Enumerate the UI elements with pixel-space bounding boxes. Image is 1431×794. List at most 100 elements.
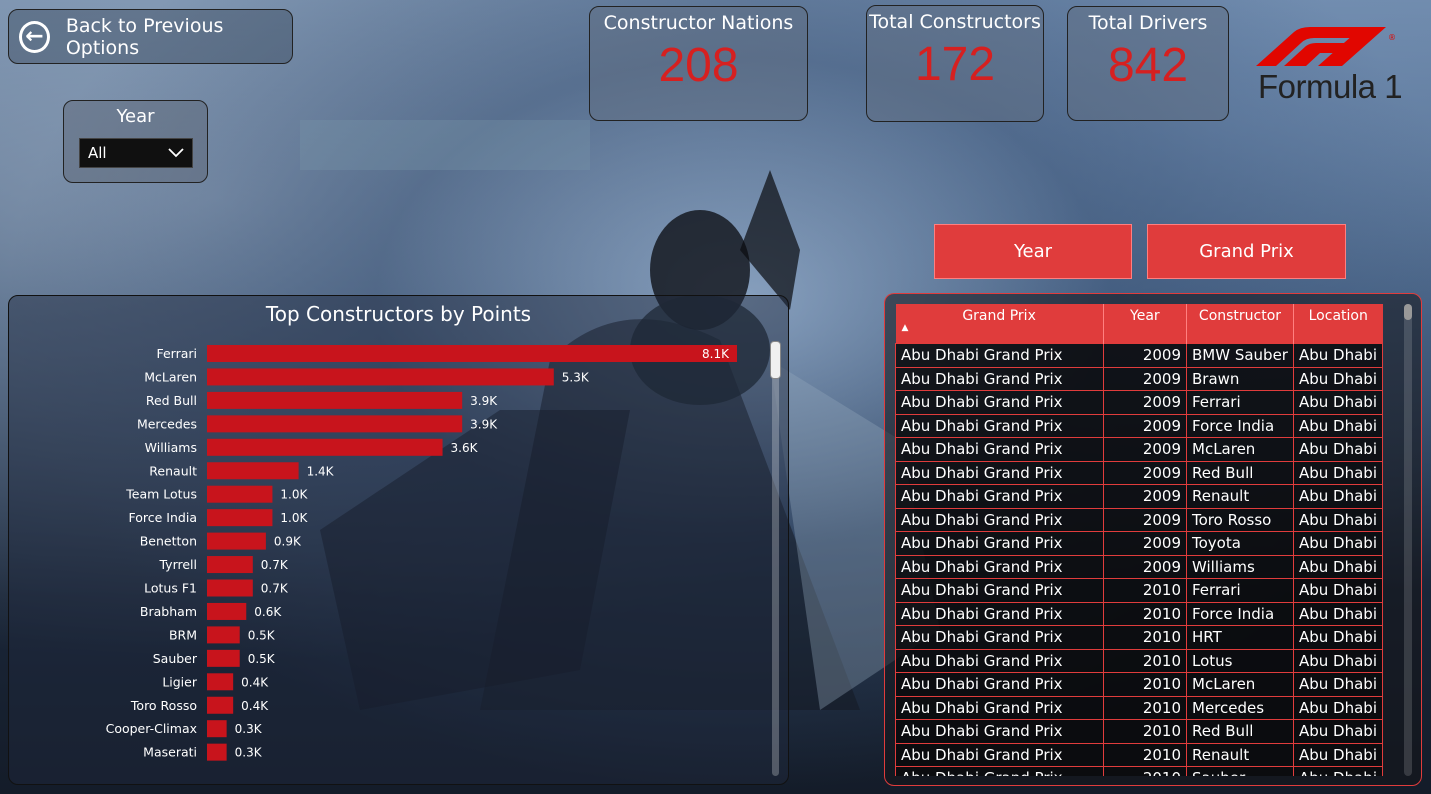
table-cell: Abu Dhabi: [1292, 484, 1383, 509]
f1-emblem-icon: ®: [1256, 27, 1396, 66]
data-label: 0.4K: [241, 699, 269, 713]
table-row[interactable]: Abu Dhabi Grand Prix 2010 Mercedes Abu Dhab…: [895, 695, 1383, 720]
bar-ferrari[interactable]: [207, 345, 737, 362]
table-cell: Abu Dhabi: [1292, 343, 1383, 368]
year-dropdown[interactable]: All: [79, 138, 193, 168]
year-button[interactable]: Year: [934, 224, 1132, 279]
bar-toro-rosso[interactable]: [207, 696, 234, 714]
bar-ligier[interactable]: [207, 673, 234, 691]
column-header-grand-prix[interactable]: Grand Prix ▲: [895, 304, 1104, 344]
table-cell: Abu Dhabi: [1292, 531, 1383, 556]
table-row[interactable]: Abu Dhabi Grand Prix 2010 Renault Abu Dhabi: [895, 742, 1383, 767]
bar-mercedes[interactable]: [207, 415, 463, 433]
table-row[interactable]: Abu Dhabi Grand Prix 2009 Ferrari Abu Dhabi: [895, 390, 1383, 415]
table-row[interactable]: Abu Dhabi Grand Prix 2010 Force India Abu D…: [895, 601, 1383, 626]
kpi-total-constructors: Total Constructors 172: [866, 5, 1044, 122]
grand-prix-button[interactable]: Grand Prix: [1147, 224, 1346, 279]
table-row[interactable]: Abu Dhabi Grand Prix 2009 McLaren Abu Dhabi: [895, 437, 1383, 462]
bar-brabham[interactable]: [207, 602, 247, 620]
table-cell: Renault: [1186, 484, 1294, 509]
data-label: 8.1K: [702, 347, 730, 361]
table-cell: Abu Dhabi: [1292, 578, 1383, 603]
table-cell: Abu Dhabi Grand Prix: [895, 578, 1104, 603]
table-cell: Red Bull: [1186, 460, 1294, 485]
column-header-year[interactable]: Year: [1103, 304, 1188, 344]
table-cell: 2009: [1102, 366, 1188, 391]
table-row[interactable]: Abu Dhabi Grand Prix 2010 Lotus Abu Dhabi: [895, 648, 1383, 673]
year-slicer: Year All: [63, 100, 208, 183]
table-row[interactable]: Abu Dhabi Grand Prix 2009 Red Bull Abu Dhab…: [895, 460, 1383, 485]
table-cell: Abu Dhabi: [1292, 507, 1383, 532]
table-row[interactable]: Abu Dhabi Grand Prix 2009 Toyota Abu Dhabi: [895, 531, 1383, 556]
table-row[interactable]: Abu Dhabi Grand Prix 2010 HRT Abu Dhabi: [895, 625, 1383, 650]
column-header-location[interactable]: Location: [1293, 304, 1383, 344]
table-row[interactable]: Abu Dhabi Grand Prix 2009 Force India Abu D…: [895, 413, 1383, 438]
table-cell: Abu Dhabi: [1292, 390, 1383, 415]
bar-benetton[interactable]: [207, 532, 266, 550]
bar-brm[interactable]: [207, 626, 240, 644]
table-cell: Abu Dhabi Grand Prix: [895, 742, 1104, 767]
table-scrollbar-thumb[interactable]: [1404, 304, 1412, 320]
category-label: Force India: [129, 510, 197, 525]
table-row[interactable]: Abu Dhabi Grand Prix2010SauberAbu Dhabi: [895, 766, 1383, 776]
category-label: Team Lotus: [125, 487, 197, 502]
back-button-label: Back to Previous Options: [65, 14, 224, 59]
bar-renault[interactable]: [207, 462, 299, 480]
bar-cooper-climax[interactable]: [207, 720, 227, 738]
chart-scrollbar-thumb[interactable]: [770, 341, 781, 379]
table-cell: Abu Dhabi Grand Prix: [895, 648, 1104, 673]
top-constructors-chart: Top Constructors by Points Ferrari 8.1K Mc…: [8, 295, 789, 785]
category-label: Maserati: [143, 745, 197, 760]
data-label: 0.7K: [261, 558, 289, 572]
table-row[interactable]: Abu Dhabi Grand Prix 2009 Renault Abu Dhabi: [895, 484, 1383, 509]
sort-ascending-icon: ▲: [901, 323, 909, 333]
data-label: 5.3K: [562, 370, 590, 384]
table-row[interactable]: Abu Dhabi Grand Prix 2009 Toro Rosso Abu Dh…: [895, 507, 1383, 532]
table-row[interactable]: Abu Dhabi Grand Prix 2009 Williams Abu Dhab…: [895, 554, 1383, 579]
table-cell: HRT: [1186, 625, 1294, 650]
table-cell: Abu Dhabi Grand Prix: [895, 366, 1104, 391]
svg-text:®: ®: [1388, 33, 1396, 42]
table-row[interactable]: Abu Dhabi Grand Prix 2010 Ferrari Abu Dhabi: [895, 578, 1383, 603]
table-cell: 2009: [1102, 460, 1188, 485]
bar-lotus-f1[interactable]: [207, 579, 253, 597]
table-row[interactable]: Abu Dhabi Grand Prix 2010 McLaren Abu Dhabi: [895, 672, 1383, 697]
chart-scrollbar[interactable]: [772, 341, 779, 776]
category-label: Cooper-Climax: [106, 721, 197, 736]
bar-tyrrell[interactable]: [207, 556, 253, 574]
table-row[interactable]: Abu Dhabi Grand Prix 2009 Brawn Abu Dhabi: [895, 366, 1383, 391]
table-cell: Abu Dhabi Grand Prix: [895, 719, 1104, 744]
table-cell: Abu Dhabi: [1292, 742, 1383, 767]
bar-red-bull[interactable]: [207, 391, 463, 409]
bar-mclaren[interactable]: [207, 368, 554, 386]
column-header-constructor[interactable]: Constructor: [1186, 304, 1294, 344]
table-cell: McLaren: [1186, 672, 1294, 697]
table-cell: Abu Dhabi Grand Prix: [895, 390, 1104, 415]
category-label: BRM: [169, 627, 197, 642]
bar-force-india[interactable]: [207, 509, 273, 527]
table-cell: Red Bull: [1186, 719, 1294, 744]
table-cell: Abu Dhabi Grand Prix: [895, 413, 1104, 438]
table-cell: 2009: [1102, 390, 1188, 415]
bar-maserati[interactable]: [207, 743, 227, 761]
data-label: 0.4K: [241, 675, 269, 689]
table-cell: Abu Dhabi Grand Prix: [895, 460, 1104, 485]
table-cell: 2010: [1102, 695, 1188, 720]
table-cell: Toro Rosso: [1186, 507, 1294, 532]
data-label: 3.9K: [470, 394, 498, 408]
table-row[interactable]: Abu Dhabi Grand Prix 2009 BMW Sauber Abu Dh…: [895, 343, 1383, 368]
table-cell: 2010: [1102, 766, 1188, 776]
table-cell: Sauber: [1186, 766, 1294, 776]
data-label: 3.6K: [451, 441, 479, 455]
table-cell: 2009: [1102, 531, 1188, 556]
table-cell: Brawn: [1186, 366, 1294, 391]
bar-sauber[interactable]: [207, 649, 240, 667]
table-cell: Ferrari: [1186, 578, 1294, 603]
bar-team-lotus[interactable]: [207, 485, 273, 503]
back-to-previous-options-button[interactable]: ← Back to Previous Options: [8, 9, 293, 64]
bar-williams[interactable]: [207, 438, 443, 456]
table-row[interactable]: Abu Dhabi Grand Prix 2010 Red Bull Abu Dhab…: [895, 719, 1383, 744]
data-label: 0.7K: [261, 582, 289, 596]
category-label: Tyrrell: [158, 557, 197, 572]
table-scrollbar[interactable]: [1404, 304, 1412, 776]
